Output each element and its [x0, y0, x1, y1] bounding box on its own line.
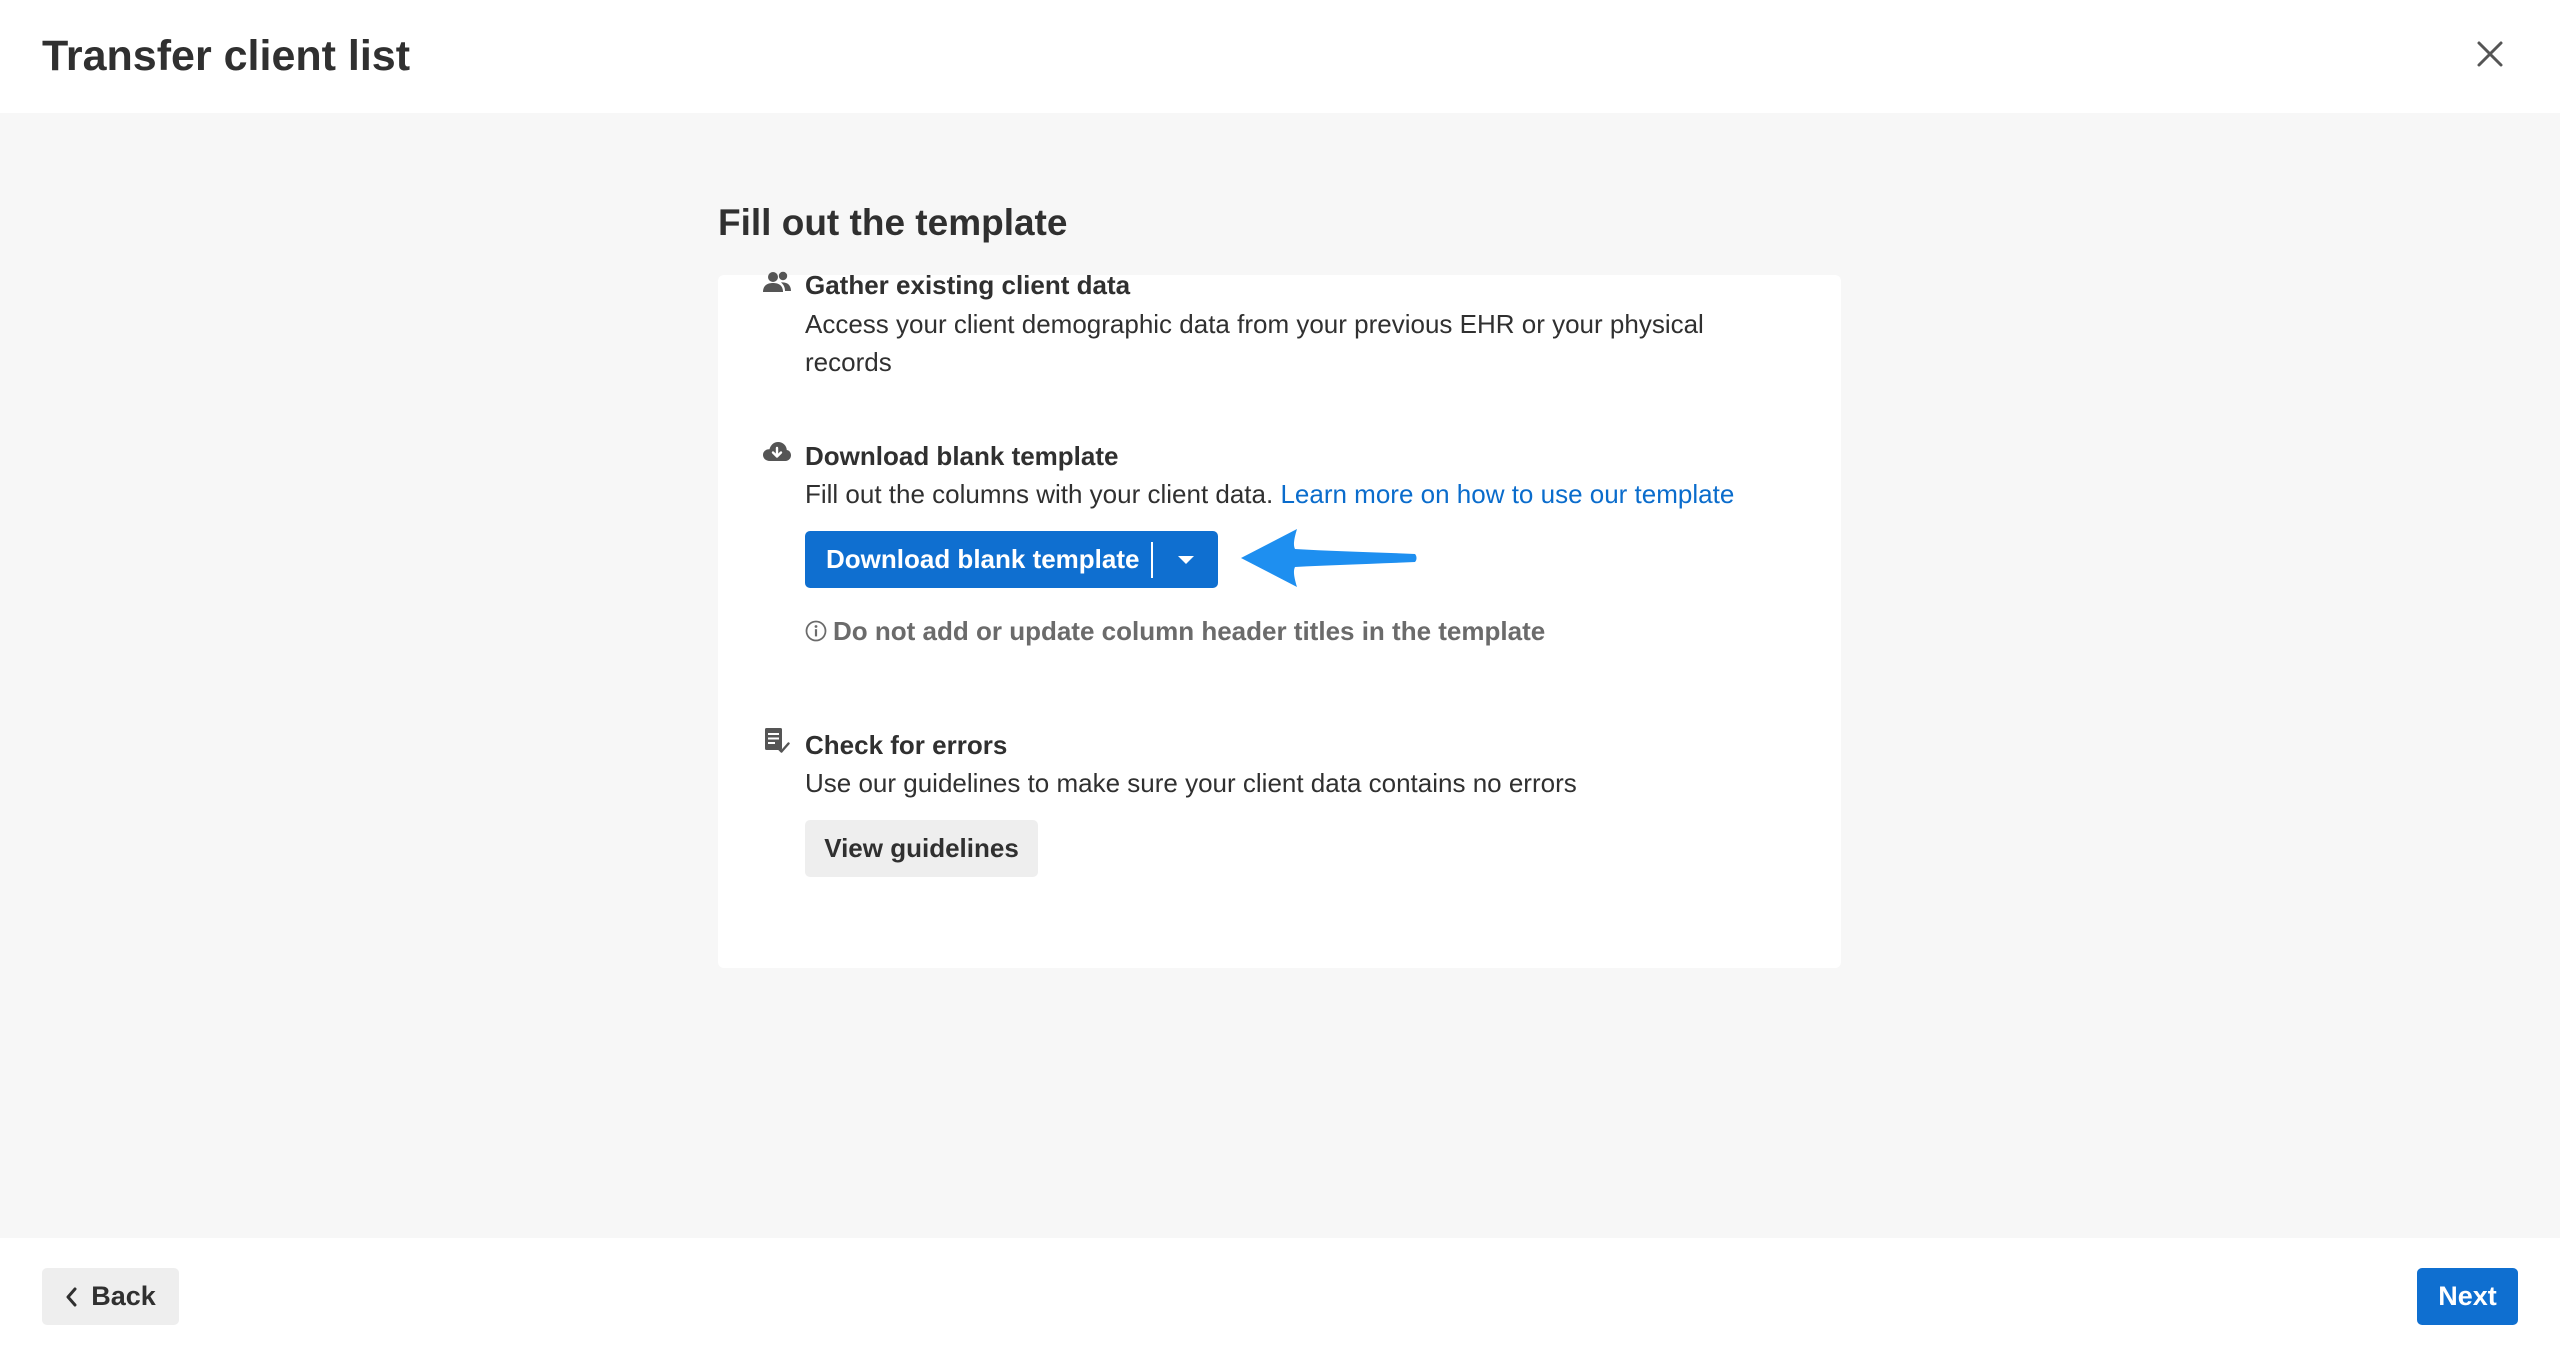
modal-footer: Back Next: [0, 1238, 2560, 1354]
step-desc-download: Fill out the columns with your client da…: [805, 475, 1835, 513]
cloud-download-icon: [760, 435, 794, 469]
people-icon: [760, 265, 794, 299]
next-button[interactable]: Next: [2417, 1268, 2518, 1325]
view-guidelines-button[interactable]: View guidelines: [805, 820, 1038, 877]
close-icon: [2477, 41, 2503, 67]
step-desc-check: Use our guidelines to make sure your cli…: [805, 768, 1577, 798]
section-title: Fill out the template: [718, 202, 1068, 243]
step-title-check: Check for errors: [805, 730, 1008, 760]
back-label: Back: [91, 1281, 156, 1311]
steps-card: Gather existing client data Access your …: [718, 270, 1841, 968]
modal-header: Transfer client list: [0, 0, 2560, 113]
header-warning-note: Do not add or update column header title…: [805, 613, 1545, 649]
info-icon: [805, 620, 827, 642]
checklist-icon: [760, 724, 794, 758]
step-title-gather: Gather existing client data: [805, 270, 1131, 300]
step-desc-gather: Access your client demographic data from…: [805, 309, 1704, 377]
main-content: Fill out the template Gather existing cl…: [0, 113, 2560, 1238]
step-title-download: Download blank template: [805, 441, 1119, 471]
download-description: Fill out the columns with your client da…: [805, 479, 1274, 509]
chevron-left-icon: [65, 1287, 77, 1307]
close-button[interactable]: [2470, 34, 2510, 74]
warning-text: Do not add or update column header title…: [833, 616, 1546, 646]
annotation-arrow: [1241, 529, 1417, 587]
download-template-button[interactable]: Download blank template: [805, 531, 1151, 588]
download-options-dropdown[interactable]: [1153, 531, 1218, 588]
learn-more-link[interactable]: Learn more on how to use our template: [1280, 479, 1734, 509]
page-title: Transfer client list: [42, 32, 411, 80]
back-button[interactable]: Back: [42, 1268, 179, 1325]
caret-down-icon: [1177, 555, 1194, 564]
download-template-split-button: Download blank template: [805, 531, 1218, 588]
